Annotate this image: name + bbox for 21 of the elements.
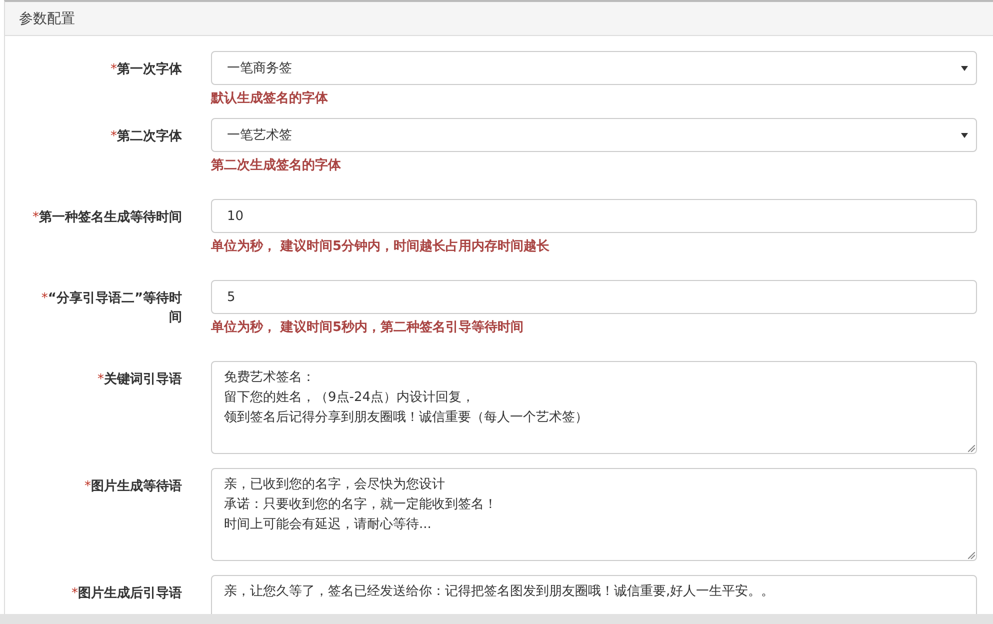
input-field[interactable]: 10 <box>211 199 977 233</box>
field-label: *关键词引导语 <box>98 372 182 387</box>
help-text: 第二次生成签名的字体 <box>211 157 342 175</box>
text-area[interactable]: 免费艺术签名： 留下您的姓名，（9点-24点）内设计回复， 领到签名后记得分享到朋友圈哦！诚信重要（每人一个艺术签） <box>211 361 977 454</box>
field-label: *图片生成等待语 <box>84 479 182 494</box>
help-text: 单位为秒， 建议时间5秒内，第二种签名引导等待时间 <box>211 319 525 337</box>
help-text: 单位为秒， 建议时间5分钟内，时间越长占用内存时间越长 <box>211 238 551 256</box>
caret-icon <box>961 132 968 138</box>
field-label: *第一种签名生成等待时间 <box>32 210 182 225</box>
field-label: *图片生成后引导语 <box>72 586 182 601</box>
field-label: *第一次字体 <box>110 62 182 77</box>
help-text: 默认生成签名的字体 <box>211 90 329 108</box>
input-field[interactable]: 5 <box>211 280 977 314</box>
caret-icon <box>961 66 968 70</box>
panel-title: 参数配置 <box>19 10 75 28</box>
font-dropdown[interactable]: 一笔商务签 <box>211 51 977 85</box>
text-area[interactable]: 亲，已收到您的名字，会尽快为您设计 承诺：只要收到您的名字，就一定能收到签名！ 时间上可能会有延迟，请耐心等待... <box>211 468 977 561</box>
text-area[interactable]: 亲，让您久等了，签名已经发送给你：记得把签名图发到朋友圈哦！诚信重要,好人一生平安。。 <box>211 575 977 614</box>
field-label: *“分享引导语二”等待时间 <box>41 291 182 325</box>
field-label: *第二次字体 <box>110 129 182 144</box>
font-dropdown[interactable]: 一笔艺术签 <box>211 118 977 152</box>
